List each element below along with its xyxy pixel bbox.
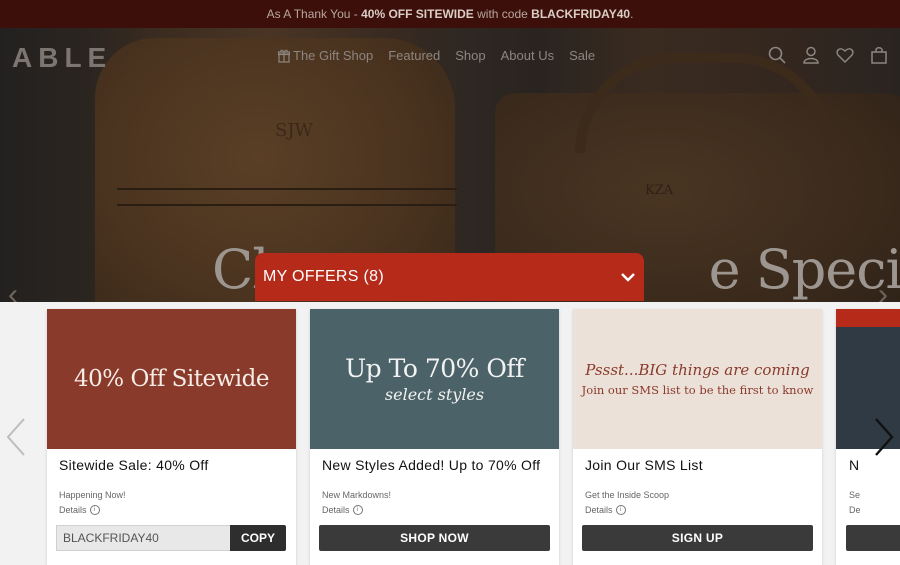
offer-image-stripe: [836, 309, 900, 327]
info-icon: i: [615, 505, 626, 515]
chevron-left-icon: [6, 418, 25, 456]
offer-image: Pssst...BIG things are coming Join our S…: [573, 309, 822, 449]
offer-image: 40% Off Sitewide: [47, 309, 296, 449]
carousel-next-arrow[interactable]: [873, 417, 895, 462]
offer-button[interactable]: [846, 525, 900, 551]
nav-item-about[interactable]: About Us: [501, 48, 554, 63]
info-icon: i: [352, 505, 363, 515]
nav-item-label: The Gift Shop: [293, 48, 374, 63]
offer-card: Pssst...BIG things are coming Join our S…: [573, 309, 822, 565]
carousel-prev-arrow[interactable]: [5, 417, 27, 462]
hero-next-arrow[interactable]: ›: [878, 278, 888, 302]
offer-title: Join Our SMS List: [585, 457, 703, 473]
details-label: Details: [585, 505, 613, 515]
nav-item-shop[interactable]: Shop: [455, 48, 485, 63]
offer-image-text: Pssst...BIG things are coming: [585, 361, 810, 379]
my-offers-toggle[interactable]: MY OFFERS (8): [255, 253, 644, 301]
promo-code: BLACKFRIDAY40: [531, 7, 631, 21]
nav-item-featured[interactable]: Featured: [388, 48, 440, 63]
nav-menu: The Gift Shop Featured Shop About Us Sal…: [278, 48, 595, 63]
logo[interactable]: ABLE: [12, 42, 112, 74]
monogram-right: KZA: [645, 183, 674, 198]
sign-up-button[interactable]: SIGN UP: [582, 525, 813, 551]
nav-item-sale[interactable]: Sale: [569, 48, 595, 63]
search-icon[interactable]: [768, 46, 786, 64]
info-icon: i: [89, 505, 100, 515]
offer-card: Up To 70% Off select styles New Styles A…: [310, 309, 559, 565]
offer-card: 40% Off Sitewide Sitewide Sale: 40% Off …: [47, 309, 296, 565]
zipper: [117, 188, 457, 206]
promo-prefix: As A Thank You -: [266, 7, 358, 21]
hero-prev-arrow[interactable]: ‹: [8, 278, 18, 302]
offers-panel: 40% Off Sitewide Sitewide Sale: 40% Off …: [0, 302, 900, 565]
offer-subtitle: Se: [849, 490, 861, 500]
promo-suffix: .: [630, 7, 634, 21]
promo-banner: As A Thank You - 40% OFF SITEWIDE with c…: [0, 0, 900, 28]
chevron-down-icon: [621, 273, 635, 282]
offer-details-link[interactable]: Details i: [585, 505, 626, 515]
main-nav: ABLE The Gift Shop Featured Shop About U…: [0, 28, 900, 84]
details-label: Details: [59, 505, 87, 515]
promo-code-field[interactable]: BLACKFRIDAY40: [56, 525, 231, 551]
offer-title: New Styles Added! Up to 70% Off: [322, 457, 541, 473]
nav-item-gift-shop[interactable]: The Gift Shop: [278, 48, 373, 63]
shop-now-button[interactable]: SHOP NOW: [319, 525, 550, 551]
user-icon[interactable]: [802, 46, 820, 64]
gift-icon: [278, 49, 290, 63]
copy-button[interactable]: COPY: [230, 525, 286, 551]
hero-heading-right: e Special: [708, 238, 900, 301]
my-offers-title: MY OFFERS (8): [263, 268, 384, 285]
offer-details-link[interactable]: Details i: [322, 505, 363, 515]
offer-subtitle: Get the Inside Scoop: [585, 490, 670, 500]
offer-image-subtext: Join our SMS list to be the first to kno…: [581, 383, 814, 397]
shopping-bag-icon[interactable]: [870, 46, 888, 64]
heart-icon[interactable]: [836, 46, 854, 64]
offer-image-text: Up To 70% Off: [345, 354, 524, 383]
promo-middle: with code: [477, 7, 528, 21]
offer-details-link[interactable]: De: [849, 505, 861, 515]
offer-image-text: 40% Off Sitewide: [74, 366, 269, 392]
offer-details-link[interactable]: Details i: [59, 505, 100, 515]
promo-highlight: 40% OFF SITEWIDE: [361, 7, 474, 21]
offer-image-subtext: select styles: [384, 385, 485, 404]
details-label: Details: [322, 505, 350, 515]
monogram-left: SJW: [275, 120, 314, 141]
offer-title: Sitewide Sale: 40% Off: [59, 457, 209, 473]
chevron-right-icon: [875, 418, 894, 456]
nav-icons: [768, 46, 888, 64]
offer-image: Up To 70% Off select styles: [310, 309, 559, 449]
offer-subtitle: New Markdowns!: [322, 490, 392, 500]
offer-subtitle: Happening Now!: [59, 490, 126, 500]
